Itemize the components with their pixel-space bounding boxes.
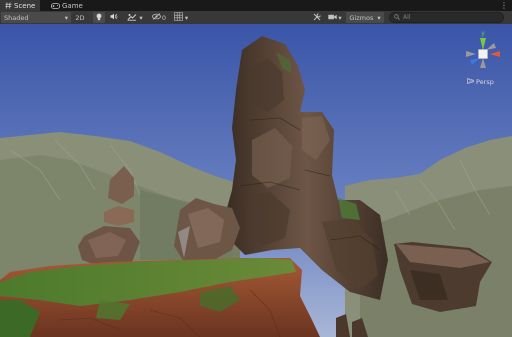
speaker-icon — [110, 13, 118, 22]
chevron-down-icon: ▾ — [338, 13, 342, 22]
scene-render — [0, 24, 512, 337]
grass-cliff — [0, 258, 320, 337]
gamepad-icon — [51, 2, 60, 9]
tools-button[interactable] — [311, 12, 323, 23]
chevron-down-icon: ▾ — [184, 13, 189, 22]
search-input[interactable]: All — [389, 12, 504, 23]
effects-icon — [127, 13, 137, 23]
tab-scene-label: Scene — [14, 1, 36, 10]
tab-game-label: Game — [62, 1, 83, 10]
axis-y-label: y — [481, 30, 485, 37]
grid-snapping-dropdown[interactable]: ▾ — [170, 12, 192, 23]
lightbulb-icon — [96, 13, 102, 23]
hidden-objects-count: 0 — [161, 13, 167, 22]
camera-settings-dropdown[interactable]: ▾ — [326, 12, 344, 23]
search-icon — [394, 13, 400, 22]
lighting-toggle[interactable] — [93, 12, 105, 23]
search-placeholder: All — [403, 14, 411, 21]
axis-x-cone[interactable] — [490, 51, 500, 57]
window-tab-bar: Scene Game ⋮ — [0, 0, 512, 11]
more-options-icon[interactable]: ⋮ — [500, 1, 508, 10]
orientation-gizmo[interactable]: y — [460, 28, 508, 78]
axis-neg-y-cone[interactable] — [480, 58, 486, 68]
projection-toggle[interactable]: Persp — [467, 78, 494, 86]
hashtag-icon — [5, 2, 12, 9]
axis-neg-x-cone[interactable] — [466, 51, 476, 57]
center-cube[interactable] — [478, 49, 488, 59]
chevron-down-icon: ▾ — [139, 13, 143, 22]
scene-viewport[interactable]: y Persp — [0, 24, 512, 337]
audio-toggle[interactable] — [108, 12, 120, 23]
camera-icon — [328, 14, 338, 22]
eye-hidden-icon — [152, 13, 161, 22]
shading-mode-label: Shaded — [4, 13, 29, 22]
perspective-icon — [467, 78, 474, 86]
axis-neg-z-cone[interactable] — [486, 43, 496, 50]
toggle-2d-label: 2D — [75, 13, 85, 22]
chevron-down-icon: ▾ — [64, 13, 68, 22]
scene-toolbar: Shaded ▾ 2D ▾ 0 ▾ ▾ Gizmos ▾ All — [0, 11, 512, 25]
axis-y-cone[interactable] — [480, 38, 486, 50]
chevron-down-icon: ▾ — [377, 13, 381, 22]
tab-scene[interactable]: Scene — [0, 0, 41, 11]
tab-game[interactable]: Game — [46, 0, 88, 11]
wrench-icon — [313, 12, 321, 23]
effects-dropdown[interactable]: ▾ — [123, 12, 147, 23]
toggle-2d-button[interactable]: 2D — [73, 12, 87, 23]
projection-label: Persp — [476, 78, 494, 86]
grid-icon — [174, 12, 183, 23]
gizmos-dropdown[interactable]: Gizmos ▾ — [346, 12, 384, 23]
axis-z-cone[interactable] — [470, 58, 480, 65]
hidden-objects-toggle[interactable]: 0 — [150, 12, 168, 23]
gizmos-label: Gizmos — [349, 13, 374, 22]
shading-mode-dropdown[interactable]: Shaded ▾ — [1, 12, 71, 23]
